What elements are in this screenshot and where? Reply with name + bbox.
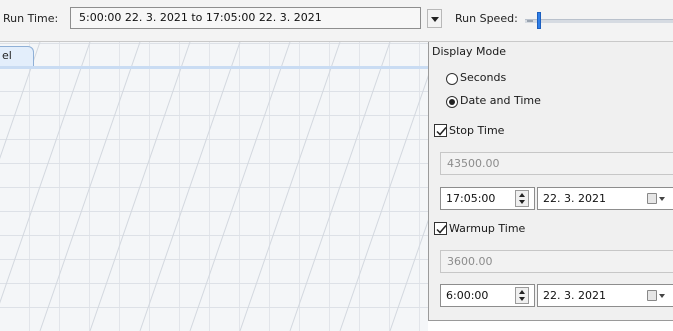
checkmark-icon: [436, 127, 447, 136]
run-speed-label: Run Speed:: [455, 12, 518, 25]
stop-time-date-field[interactable]: 22. 3. 2021: [537, 187, 673, 210]
stop-time-checkbox[interactable]: [434, 124, 447, 137]
tab-label: el: [2, 49, 12, 62]
seconds-radio[interactable]: [446, 73, 458, 85]
spinner-up-icon: [519, 193, 525, 197]
warmup-time-label: Warmup Time: [449, 222, 526, 235]
stop-time-seconds-field[interactable]: 43500.00: [440, 152, 673, 175]
spinner-down-icon: [519, 297, 525, 301]
run-speed-slider-thumb[interactable]: [537, 12, 541, 29]
spinner-down-icon: [519, 200, 525, 204]
run-time-label: Run Time:: [3, 12, 59, 25]
model-canvas[interactable]: [0, 42, 428, 331]
warmup-time-seconds-field[interactable]: 3600.00: [440, 250, 673, 273]
run-time-field[interactable]: 5:00:00 22. 3. 2021 to 17:05:00 22. 3. 2…: [70, 7, 421, 29]
tab-strip: [0, 66, 428, 69]
warmup-time-spinner[interactable]: [515, 287, 529, 304]
tab-model[interactable]: el: [0, 46, 34, 67]
run-speed-slider-track[interactable]: [525, 19, 673, 23]
dropdown-arrow-icon: [431, 17, 439, 22]
stop-time-label: Stop Time: [449, 124, 505, 137]
toolbar: Run Time: 5:00:00 22. 3. 2021 to 17:05:0…: [0, 0, 673, 42]
warmup-time-date-field[interactable]: 22. 3. 2021: [537, 284, 673, 307]
run-time-dropdown-button[interactable]: [427, 9, 442, 28]
chevron-down-icon: [659, 197, 665, 201]
seconds-label: Seconds: [460, 71, 507, 84]
stop-time-date-value: 22. 3. 2021: [543, 192, 606, 205]
run-time-panel: Display Mode Seconds Date and Time Stop …: [428, 42, 673, 321]
calendar-icon[interactable]: [647, 193, 657, 204]
display-mode-title: Display Mode: [432, 45, 507, 58]
spinner-up-icon: [519, 290, 525, 294]
chevron-down-icon: [659, 294, 665, 298]
warmup-time-checkbox[interactable]: [434, 222, 447, 235]
date-and-time-label: Date and Time: [460, 94, 541, 107]
date-and-time-radio[interactable]: [446, 96, 458, 108]
stop-time-spinner[interactable]: [515, 190, 529, 207]
checkmark-icon: [436, 225, 447, 234]
calendar-icon[interactable]: [647, 290, 657, 301]
warmup-time-date-value: 22. 3. 2021: [543, 289, 606, 302]
run-speed-slider-tick: [527, 20, 533, 22]
grid-perspective-lines: [0, 42, 428, 331]
